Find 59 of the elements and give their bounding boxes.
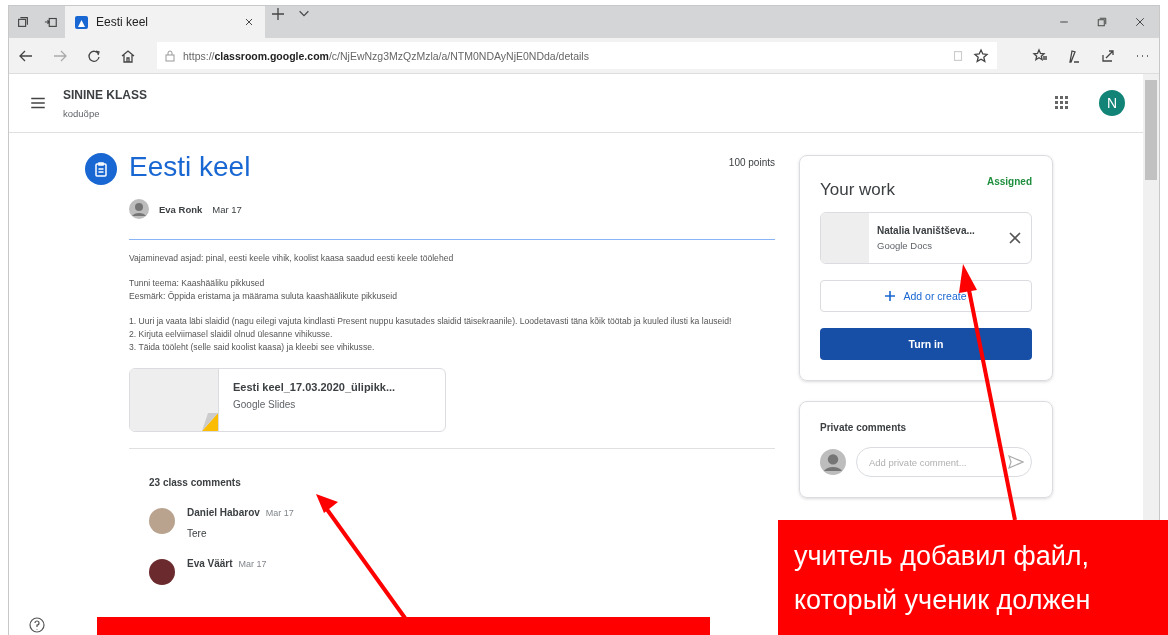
url-text: https://classroom.google.com/c/NjEwNzg3MzQzMzla/a/NTM0NDAyNjE0NDda/details	[183, 49, 590, 62]
share-icon[interactable]	[1100, 47, 1116, 64]
annotation-note: учитель добавил файл, который ученик должен	[778, 520, 1168, 635]
avatar-silhouette-icon	[129, 199, 149, 219]
photo-placeholder	[149, 559, 175, 585]
refresh-icon[interactable]	[86, 47, 102, 64]
tab-title: Eesti keel	[96, 15, 150, 29]
account-avatar[interactable]: N	[1099, 90, 1125, 116]
description-text: Vajaminevad asjad: pinal, eesti keele vihik, koolist kaasa saadud eesti keele töölehed	[129, 252, 455, 265]
close-icon[interactable]	[243, 16, 255, 28]
comment-date: Mar 17	[238, 559, 267, 569]
file-type: Google Docs	[877, 240, 933, 251]
assignment-icon	[85, 153, 117, 185]
private-comment-field[interactable]: Add private comment...	[856, 447, 1032, 477]
attachment-type: Google Slides	[233, 399, 297, 410]
your-work-title: Your work	[820, 180, 895, 200]
plus-icon	[885, 291, 896, 301]
class-name: SININE KLASS	[63, 87, 147, 102]
star-icon[interactable]	[973, 47, 989, 64]
file-name: Natalia Ivaništševa...	[877, 225, 976, 236]
author-name: Eva Ronk	[159, 203, 203, 215]
lock-icon	[165, 49, 175, 62]
description-text: 1. Uuri ja vaata läbi slaidid (nagu eilegi vajuta kindlasti Present nuppu kasutades slaidid täisekraanile). Loodetavasti täna kõik töötab ja kuuled ilusti ka lauseid!	[129, 315, 733, 328]
comments-count: 23 class comments	[149, 477, 242, 488]
file-card[interactable]: Natalia Ivaništševa... Google Docs	[820, 212, 1032, 264]
favorites-icon[interactable]	[1032, 47, 1048, 64]
assignment-title: Eesti keel	[129, 151, 252, 183]
close-icon[interactable]	[1134, 16, 1146, 28]
pen-icon[interactable]	[1066, 47, 1082, 64]
description-text: Eesmärk: Õppida eristama ja määrama suluta kaashäälikute pikkuseid	[129, 290, 398, 303]
description-text: 3. Täida tööleht (selle said koolist kaasa) ja kleebi see vihikusse.	[129, 341, 376, 354]
tabs-aside-icon[interactable]	[16, 15, 30, 29]
comment-text: Tere	[187, 528, 208, 539]
apps-grid-icon[interactable]	[1055, 96, 1069, 110]
classroom-icon	[75, 15, 88, 29]
scrollbar-thumb[interactable]	[1145, 80, 1157, 180]
description-text: Tunni teema: Kaashääliku pikkused	[129, 277, 266, 290]
help-icon[interactable]	[29, 617, 45, 633]
description-text: 2. Kirjuta eelviimasel slaidil olnud ülesanne vihikusse.	[129, 328, 334, 341]
attachment-title: Eesti keel_17.03.2020_ülipikk...	[233, 381, 396, 393]
commenter-name: Eva Väärt	[187, 558, 233, 569]
address-bar[interactable]: https://classroom.google.com/c/NjEwNzg3MzQzMzla/a/NTM0NDAyNjE0NDda/details	[157, 42, 997, 69]
docs-thumbnail	[821, 213, 869, 263]
attachment-card[interactable]: Eesti keel_17.03.2020_ülipikk... Google Slides	[129, 368, 446, 432]
class-section: koduõpe	[63, 107, 147, 119]
points: 100 points	[728, 157, 775, 168]
private-comments-title: Private comments	[820, 422, 908, 433]
close-icon[interactable]	[1009, 232, 1021, 244]
avatar-silhouette-icon	[820, 448, 846, 476]
add-or-create-button[interactable]: Add or create	[820, 280, 1032, 312]
tab-preview-icon[interactable]	[44, 15, 58, 29]
comment-date: Mar 17	[265, 508, 294, 518]
status-label: Assigned	[987, 176, 1032, 187]
turn-in-button[interactable]: Turn in	[820, 328, 1032, 360]
post-date: Mar 17	[212, 203, 242, 215]
photo-placeholder	[149, 508, 175, 534]
restore-icon[interactable]	[1096, 16, 1108, 28]
commenter-name: Daniel Habarov	[187, 507, 260, 518]
browser-tab[interactable]: Eesti keel	[65, 6, 265, 38]
